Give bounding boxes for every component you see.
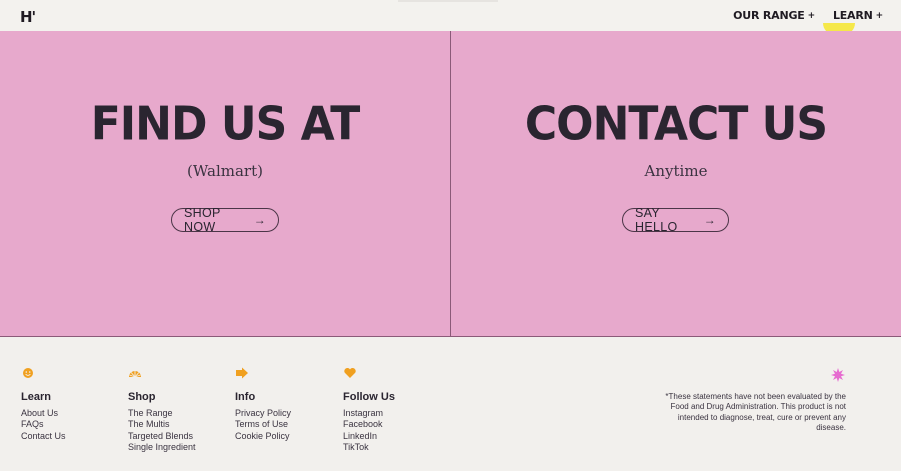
footer-links-info: Privacy Policy Terms of Use Cookie Polic… (235, 408, 291, 442)
shop-now-label: SHOP NOW (184, 206, 221, 234)
footer-link[interactable]: Facebook (343, 419, 383, 430)
heart-icon (344, 367, 356, 378)
arrow-right-icon: → (253, 213, 266, 227)
main-nav: OUR RANGE + LEARN + (733, 9, 883, 22)
arrow-right-icon (236, 367, 248, 379)
find-us-heading: FIND US AT (90, 97, 360, 152)
burst-icon (831, 368, 845, 382)
footer-link[interactable]: Instagram (343, 408, 383, 419)
shop-now-button[interactable]: SHOP NOW → (171, 206, 279, 234)
footer-link[interactable]: FAQs (21, 419, 66, 430)
say-hello-button[interactable]: SAY HELLO → (622, 206, 729, 234)
footer-link[interactable]: Contact Us (21, 431, 66, 442)
find-us-panel: FIND US AT (Walmart) SHOP NOW → (0, 31, 450, 336)
site-logo[interactable]: H' (20, 8, 36, 26)
header-highlight (398, 0, 498, 2)
nav-our-range[interactable]: OUR RANGE + (733, 9, 815, 22)
arrow-right-icon: → (703, 213, 716, 227)
footer-link[interactable]: Cookie Policy (235, 431, 291, 442)
sunrise-icon (129, 371, 141, 378)
footer-link[interactable]: The Multis (128, 419, 196, 430)
contact-us-panel: CONTACT US Anytime SAY HELLO → (451, 31, 901, 336)
footer-title-follow: Follow Us (343, 391, 395, 403)
plus-icon: + (807, 10, 816, 21)
footer-link[interactable]: Terms of Use (235, 419, 291, 430)
contact-us-subtitle: Anytime (644, 162, 708, 180)
find-us-subtitle: (Walmart) (187, 162, 263, 180)
footer-title-shop: Shop (128, 391, 156, 403)
footer-link[interactable]: TikTok (343, 442, 383, 453)
plus-icon: + (875, 10, 884, 21)
footer-title-learn: Learn (21, 391, 51, 403)
footer-link[interactable]: Single Ingredient (128, 442, 196, 453)
site-header: H' OUR RANGE + LEARN + (0, 0, 901, 31)
nav-learn[interactable]: LEARN + (833, 9, 883, 22)
smiley-icon (23, 368, 33, 378)
footer-link[interactable]: Targeted Blends (128, 431, 196, 442)
footer-link[interactable]: LinkedIn (343, 431, 383, 442)
footer-links-learn: About Us FAQs Contact Us (21, 408, 66, 442)
site-footer: Learn About Us FAQs Contact Us Shop The … (0, 337, 901, 471)
footer-links-shop: The Range The Multis Targeted Blends Sin… (128, 408, 196, 453)
nav-learn-label: LEARN (832, 9, 873, 22)
footer-title-info: Info (235, 391, 256, 403)
footer-link[interactable]: Privacy Policy (235, 408, 291, 419)
hero-section: FIND US AT (Walmart) SHOP NOW → CONTACT … (0, 31, 901, 337)
say-hello-label: SAY HELLO (635, 206, 678, 234)
footer-links-follow: Instagram Facebook LinkedIn TikTok (343, 408, 383, 453)
nav-our-range-label: OUR RANGE (733, 9, 805, 22)
contact-us-heading: CONTACT US (524, 97, 828, 152)
fda-disclaimer: *These statements have not been evaluate… (665, 392, 846, 432)
footer-link[interactable]: The Range (128, 408, 196, 419)
footer-link[interactable]: About Us (21, 408, 66, 419)
